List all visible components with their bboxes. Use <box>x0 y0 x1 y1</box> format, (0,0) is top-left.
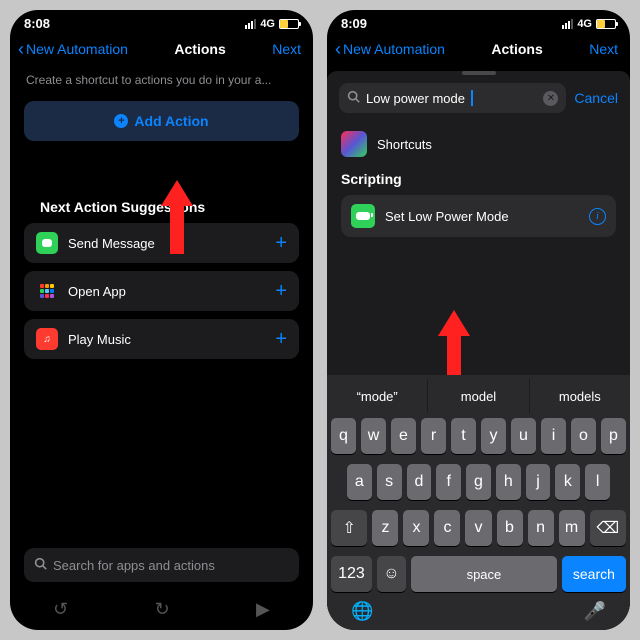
keyboard-suggestions: “mode” model models <box>327 379 630 413</box>
key-u[interactable]: u <box>511 418 536 454</box>
annotation-arrow <box>443 310 465 384</box>
redo-icon[interactable]: ↻ <box>155 599 170 620</box>
play-icon[interactable]: ▶ <box>256 599 270 620</box>
kb-suggestion[interactable]: model <box>428 379 529 413</box>
suggestion-play-music[interactable]: Play Music + <box>24 319 299 359</box>
key-h[interactable]: h <box>496 464 521 500</box>
chevron-left-icon: ‹ <box>18 42 24 56</box>
back-button[interactable]: ‹New Automation <box>335 41 445 57</box>
search-icon <box>34 557 47 573</box>
search-key[interactable]: search <box>562 556 626 592</box>
phone-left: 8:08 4G ‹New Automation Actions Next Cre… <box>10 10 313 630</box>
emoji-key[interactable]: ☺ <box>377 556 406 592</box>
undo-icon[interactable]: ↺ <box>53 599 68 620</box>
scripting-header: Scripting <box>341 171 616 187</box>
search-input[interactable]: Low power mode ✕ <box>339 83 566 113</box>
sheet-grabber[interactable] <box>462 71 496 75</box>
key-n[interactable]: n <box>528 510 554 546</box>
battery-icon <box>596 19 616 29</box>
key-z[interactable]: z <box>372 510 398 546</box>
message-icon <box>36 232 58 254</box>
suggestion-open-app[interactable]: Open App + <box>24 271 299 311</box>
key-s[interactable]: s <box>377 464 402 500</box>
kb-suggestion[interactable]: models <box>530 379 630 413</box>
search-value: Low power mode <box>366 91 465 106</box>
suggestion-send-message[interactable]: Send Message + <box>24 223 299 263</box>
cancel-button[interactable]: Cancel <box>574 90 618 106</box>
shortcuts-section[interactable]: Shortcuts <box>327 123 630 171</box>
signal-icon <box>562 19 573 29</box>
key-v[interactable]: v <box>465 510 491 546</box>
battery-icon <box>351 204 375 228</box>
status-bar: 8:08 4G <box>10 10 313 31</box>
key-f[interactable]: f <box>436 464 461 500</box>
add-icon[interactable]: + <box>275 280 287 303</box>
shortcuts-icon <box>341 131 367 157</box>
text-cursor <box>471 90 473 106</box>
status-time: 8:09 <box>341 16 367 31</box>
key-y[interactable]: y <box>481 418 506 454</box>
nav-bar: ‹New Automation Actions Next <box>10 31 313 65</box>
key-l[interactable]: l <box>585 464 610 500</box>
app-grid-icon <box>36 280 58 302</box>
status-bar: 8:09 4G <box>327 10 630 31</box>
key-g[interactable]: g <box>466 464 491 500</box>
next-button[interactable]: Next <box>589 41 618 57</box>
add-icon[interactable]: + <box>275 328 287 351</box>
key-k[interactable]: k <box>555 464 580 500</box>
search-placeholder: Search for apps and actions <box>53 558 215 573</box>
shift-key[interactable]: ⇧ <box>331 510 367 546</box>
nav-bar: ‹New Automation Actions Next <box>327 31 630 65</box>
status-time: 8:08 <box>24 16 50 31</box>
key-p[interactable]: p <box>601 418 626 454</box>
subtitle: Create a shortcut to actions you do in y… <box>10 65 313 101</box>
key-t[interactable]: t <box>451 418 476 454</box>
keyboard: “mode” model models qwertyuiop asdfghjkl… <box>327 375 630 630</box>
key-q[interactable]: q <box>331 418 356 454</box>
add-icon[interactable]: + <box>275 232 287 255</box>
search-bar[interactable]: Search for apps and actions <box>24 548 299 582</box>
search-icon <box>347 90 360 106</box>
info-icon[interactable]: i <box>589 208 606 225</box>
backspace-key[interactable]: ⌫ <box>590 510 626 546</box>
toolbar: ↺ ↻ ▶ <box>10 599 313 620</box>
key-i[interactable]: i <box>541 418 566 454</box>
key-b[interactable]: b <box>497 510 523 546</box>
key-x[interactable]: x <box>403 510 429 546</box>
nav-title: Actions <box>491 41 542 57</box>
key-w[interactable]: w <box>361 418 386 454</box>
music-icon <box>36 328 58 350</box>
key-a[interactable]: a <box>347 464 372 500</box>
back-button[interactable]: ‹New Automation <box>18 41 128 57</box>
clear-icon[interactable]: ✕ <box>543 91 558 106</box>
signal-icon <box>245 19 256 29</box>
carrier-label: 4G <box>577 18 592 30</box>
key-j[interactable]: j <box>526 464 551 500</box>
next-button[interactable]: Next <box>272 41 301 57</box>
annotation-arrow <box>166 180 188 254</box>
add-action-button[interactable]: + Add Action <box>24 101 299 141</box>
globe-icon[interactable]: 🌐 <box>351 601 373 622</box>
phone-right: 8:09 4G ‹New Automation Actions Next Low… <box>327 10 630 630</box>
key-m[interactable]: m <box>559 510 585 546</box>
battery-icon <box>279 19 299 29</box>
key-o[interactable]: o <box>571 418 596 454</box>
key-d[interactable]: d <box>407 464 432 500</box>
key-123[interactable]: 123 <box>331 556 372 592</box>
chevron-left-icon: ‹ <box>335 42 341 56</box>
kb-suggestion[interactable]: “mode” <box>327 379 428 413</box>
nav-title: Actions <box>174 41 225 57</box>
key-r[interactable]: r <box>421 418 446 454</box>
key-e[interactable]: e <box>391 418 416 454</box>
plus-circle-icon: + <box>114 114 128 128</box>
mic-icon[interactable]: 🎤 <box>584 601 606 622</box>
carrier-label: 4G <box>260 18 275 30</box>
result-set-low-power-mode[interactable]: Set Low Power Mode i <box>341 195 616 237</box>
space-key[interactable]: space <box>411 556 557 592</box>
key-c[interactable]: c <box>434 510 460 546</box>
